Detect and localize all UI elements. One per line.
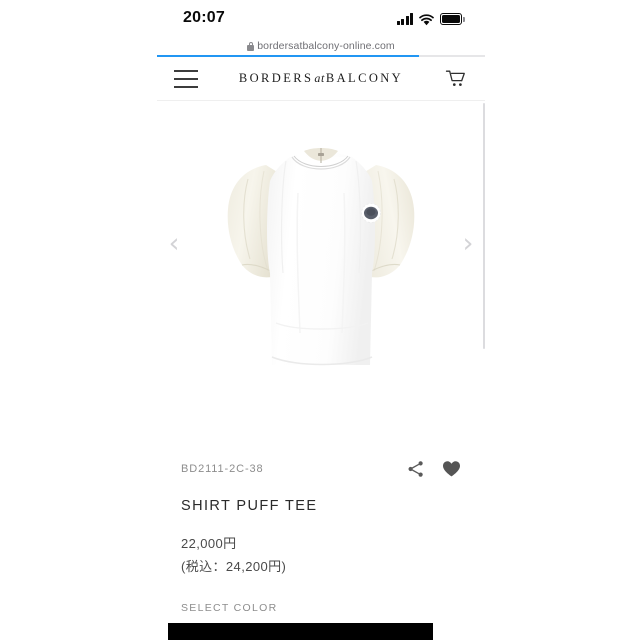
- product-image-carousel[interactable]: ‹ ›: [157, 101, 485, 451]
- chevron-right-icon[interactable]: ›: [457, 227, 479, 261]
- brand-word-at: at: [314, 71, 325, 85]
- product-action-icons: [407, 460, 461, 478]
- product-info-panel: BD2111-2C-38 SHIRT PUFF TEE 22,000円 (税込：…: [157, 451, 485, 640]
- share-icon[interactable]: [407, 460, 425, 478]
- bottom-black-overlay-bar: [168, 623, 433, 640]
- brand-word-right: BALCONY: [325, 71, 404, 85]
- mobile-browser-viewport: 20:07 bordersatbalcony-online.com BORDER…: [157, 0, 485, 640]
- product-code-row: BD2111-2C-38: [181, 451, 461, 487]
- site-header: BORDERSatBALCONY: [157, 57, 485, 101]
- status-bar-indicators: [396, 11, 465, 26]
- shopping-cart-icon[interactable]: [445, 69, 467, 89]
- brand-word-left: BORDERS: [238, 71, 314, 85]
- heart-filled-icon[interactable]: [442, 460, 461, 478]
- battery-full-icon: [440, 13, 465, 25]
- browser-url-bar[interactable]: bordersatbalcony-online.com: [157, 36, 485, 57]
- chevron-left-icon[interactable]: ‹: [163, 227, 185, 261]
- select-color-label: SELECT COLOR: [181, 602, 278, 614]
- lock-icon: [247, 41, 255, 51]
- product-code: BD2111-2C-38: [181, 463, 264, 475]
- hamburger-menu-icon[interactable]: [174, 70, 198, 88]
- page-scrollbar[interactable]: [482, 101, 485, 451]
- product-price-tax-included: (税込：24,200円): [181, 559, 287, 574]
- status-bar: 20:07: [157, 0, 485, 36]
- url-text: bordersatbalcony-online.com: [257, 40, 395, 52]
- screenshot-root: 20:07 bordersatbalcony-online.com BORDER…: [0, 0, 640, 640]
- wifi-icon: [419, 13, 434, 26]
- cellular-signal-icon: [396, 13, 413, 25]
- status-bar-clock: 20:07: [183, 9, 225, 26]
- product-title: SHIRT PUFF TEE: [181, 498, 318, 514]
- product-price: 22,000円: [181, 536, 237, 551]
- brand-logo[interactable]: BORDERSatBALCONY: [157, 71, 485, 86]
- scrollbar-thumb[interactable]: [483, 103, 485, 349]
- product-photo: [186, 123, 456, 371]
